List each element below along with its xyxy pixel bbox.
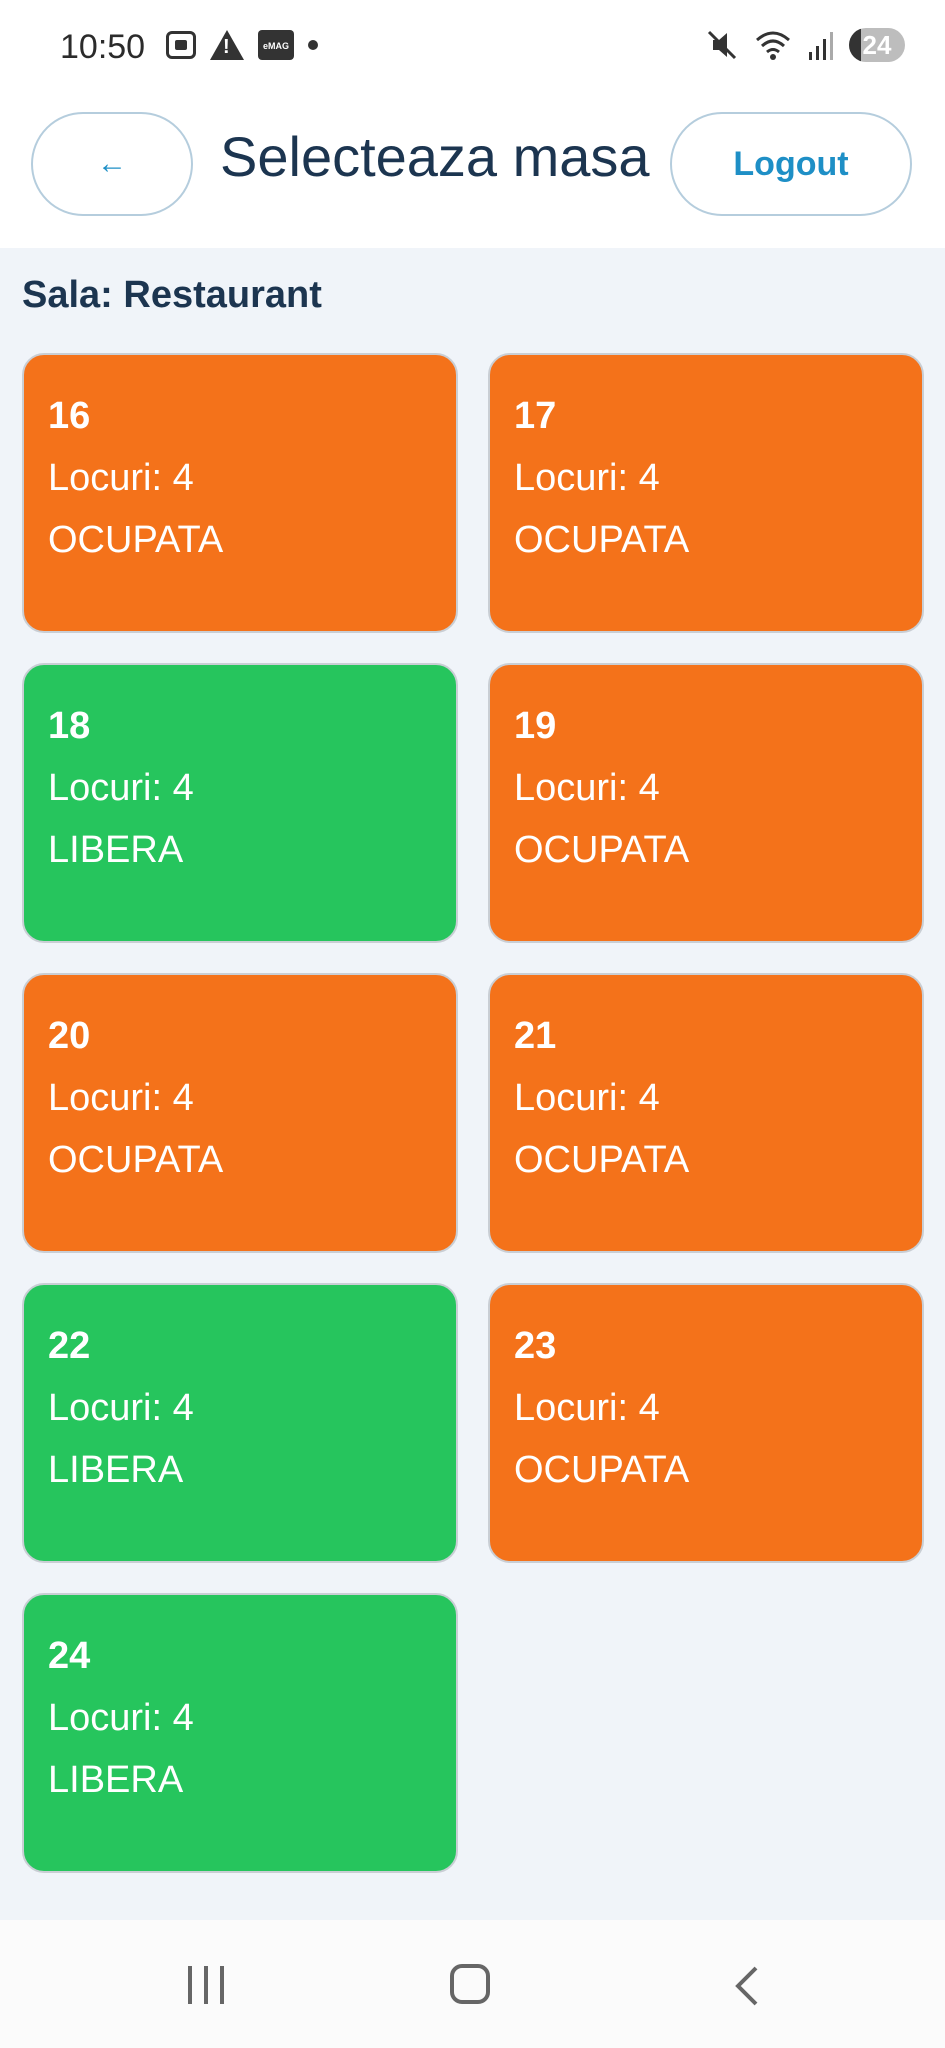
- sala-label: Sala: Restaurant: [22, 274, 322, 316]
- table-seats: Locuri: 4: [514, 1387, 660, 1429]
- table-seats: Locuri: 4: [48, 1387, 194, 1429]
- notification-icons: eMAG: [166, 30, 318, 60]
- table-status: OCUPATA: [48, 1139, 224, 1181]
- table-card[interactable]: 18 Locuri: 4 LIBERA: [22, 663, 458, 943]
- signal-icon: [809, 32, 833, 60]
- mute-icon: [707, 30, 737, 60]
- home-icon[interactable]: [450, 1964, 490, 2004]
- recent-apps-icon[interactable]: [188, 1966, 224, 2004]
- table-number: 17: [514, 395, 557, 437]
- battery-level: 24: [862, 30, 892, 60]
- table-seats: Locuri: 4: [48, 767, 194, 809]
- logout-button[interactable]: Logout: [670, 112, 912, 216]
- table-status: LIBERA: [48, 1759, 184, 1801]
- status-bar: 10:50 eMAG 24: [0, 0, 945, 96]
- table-card[interactable]: 22 Locuri: 4 LIBERA: [22, 1283, 458, 1563]
- app-header: ← Selecteaza masa Logout: [0, 96, 945, 248]
- table-status: LIBERA: [48, 829, 184, 871]
- battery-icon: 24: [849, 28, 905, 62]
- system-icons: 24: [705, 28, 905, 62]
- table-number: 24: [48, 1635, 91, 1677]
- table-number: 19: [514, 705, 557, 747]
- table-seats: Locuri: 4: [514, 767, 660, 809]
- status-time: 10:50: [60, 28, 146, 66]
- more-notifications-dot-icon: [308, 40, 318, 50]
- table-card[interactable]: 16 Locuri: 4 OCUPATA: [22, 353, 458, 633]
- system-back-icon[interactable]: [728, 1966, 768, 2006]
- table-card[interactable]: 23 Locuri: 4 OCUPATA: [488, 1283, 924, 1563]
- tables-grid: 16 Locuri: 4 OCUPATA 17 Locuri: 4 OCUPAT…: [22, 353, 924, 1873]
- table-number: 16: [48, 395, 91, 437]
- screenshot-icon: [166, 31, 196, 59]
- table-seats: Locuri: 4: [48, 457, 194, 499]
- table-card[interactable]: 21 Locuri: 4 OCUPATA: [488, 973, 924, 1253]
- table-seats: Locuri: 4: [48, 1077, 194, 1119]
- table-seats: Locuri: 4: [514, 457, 660, 499]
- table-number: 23: [514, 1325, 557, 1367]
- table-card[interactable]: 20 Locuri: 4 OCUPATA: [22, 973, 458, 1253]
- table-number: 21: [514, 1015, 557, 1057]
- table-card[interactable]: 17 Locuri: 4 OCUPATA: [488, 353, 924, 633]
- table-status: OCUPATA: [514, 1449, 690, 1491]
- main-content: Sala: Restaurant 16 Locuri: 4 OCUPATA 17…: [0, 248, 945, 1920]
- table-number: 22: [48, 1325, 91, 1367]
- table-card[interactable]: 24 Locuri: 4 LIBERA: [22, 1593, 458, 1873]
- table-status: LIBERA: [48, 1449, 184, 1491]
- back-button[interactable]: ←: [31, 112, 193, 216]
- table-card[interactable]: 19 Locuri: 4 OCUPATA: [488, 663, 924, 943]
- table-status: OCUPATA: [514, 519, 690, 561]
- table-seats: Locuri: 4: [48, 1697, 194, 1739]
- page-title: Selecteaza masa: [220, 125, 650, 188]
- system-nav-bar: [0, 1920, 945, 2048]
- table-seats: Locuri: 4: [514, 1077, 660, 1119]
- table-status: OCUPATA: [48, 519, 224, 561]
- wifi-icon: [756, 31, 790, 60]
- table-status: OCUPATA: [514, 829, 690, 871]
- emag-app-icon: eMAG: [258, 30, 294, 60]
- warning-icon: [210, 30, 244, 60]
- table-status: OCUPATA: [514, 1139, 690, 1181]
- table-number: 18: [48, 705, 91, 747]
- table-number: 20: [48, 1015, 91, 1057]
